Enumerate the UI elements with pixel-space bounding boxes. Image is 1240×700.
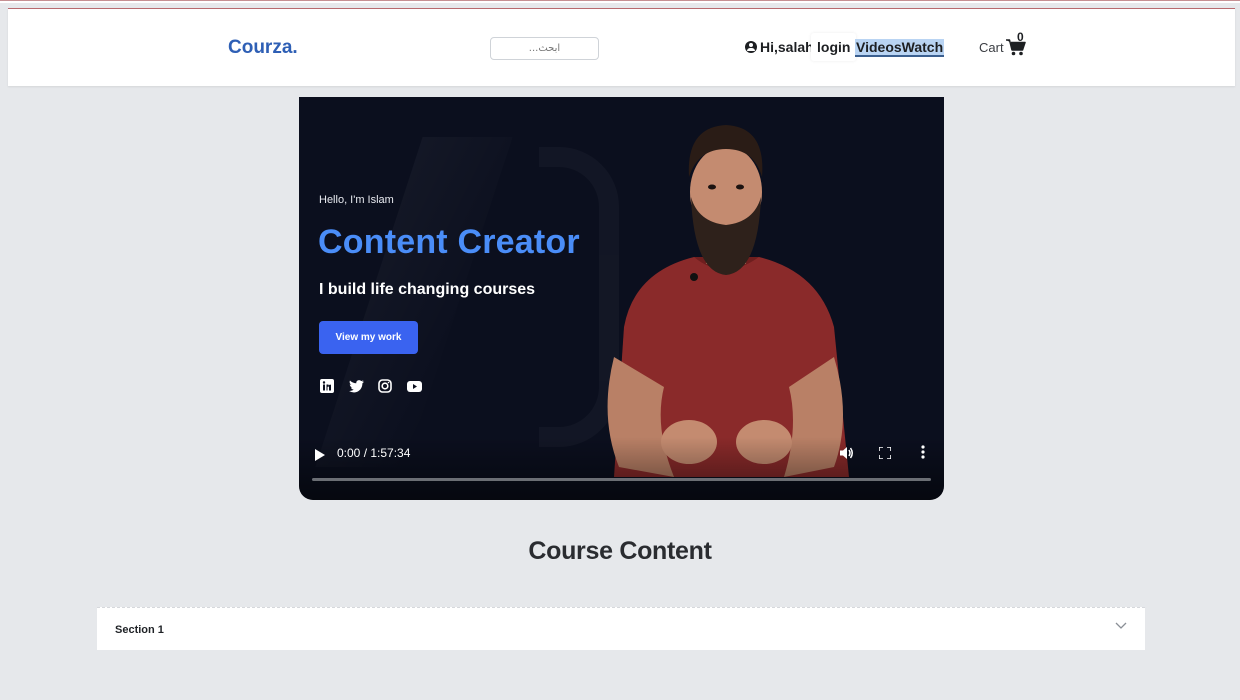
user-greeting[interactable]: Hi,salah [745, 39, 814, 55]
cart-label: Cart [979, 40, 1004, 55]
search-input[interactable] [490, 37, 599, 60]
twitter-icon [348, 378, 364, 394]
video-time: 0:00 / 1:57:34 [337, 446, 411, 460]
cart-count-badge: 0 [1017, 30, 1024, 44]
brand-logo[interactable]: Courza. [228, 37, 298, 59]
login-link[interactable]: login [811, 33, 857, 61]
more-options-icon[interactable] [921, 445, 925, 459]
video-progress-bar[interactable] [312, 478, 931, 481]
linkedin-icon [319, 378, 335, 394]
navbar: Courza. Hi,salah login VideosWatch Cart … [8, 8, 1235, 86]
video-player[interactable]: Hello, I'm Islam Content Creator I build… [299, 97, 944, 500]
instagram-icon [377, 378, 393, 394]
fullscreen-icon[interactable] [879, 447, 891, 459]
section-title: Section 1 [115, 624, 164, 636]
hero-greeting: Hello, I'm Islam [319, 194, 394, 206]
social-icons [319, 378, 422, 394]
video-controls: 0:00 / 1:57:34 [299, 437, 944, 500]
user-icon [745, 41, 757, 53]
view-my-work-button: View my work [319, 321, 418, 354]
play-icon[interactable] [315, 449, 325, 461]
chevron-down-icon[interactable] [1115, 622, 1127, 630]
top-border [0, 0, 1240, 3]
section-accordion-item[interactable]: Section 1 [97, 607, 1145, 650]
course-content-heading: Course Content [528, 537, 712, 565]
hero-subtitle: I build life changing courses [319, 281, 536, 298]
presenter-figure [607, 125, 849, 477]
volume-icon[interactable] [840, 446, 855, 460]
video-decoration [315, 137, 513, 467]
videos-watch-link[interactable]: VideosWatch [855, 39, 945, 57]
hero-title: Content Creator [318, 223, 580, 261]
user-greeting-label: Hi,salah [760, 39, 814, 55]
youtube-icon [406, 378, 422, 394]
